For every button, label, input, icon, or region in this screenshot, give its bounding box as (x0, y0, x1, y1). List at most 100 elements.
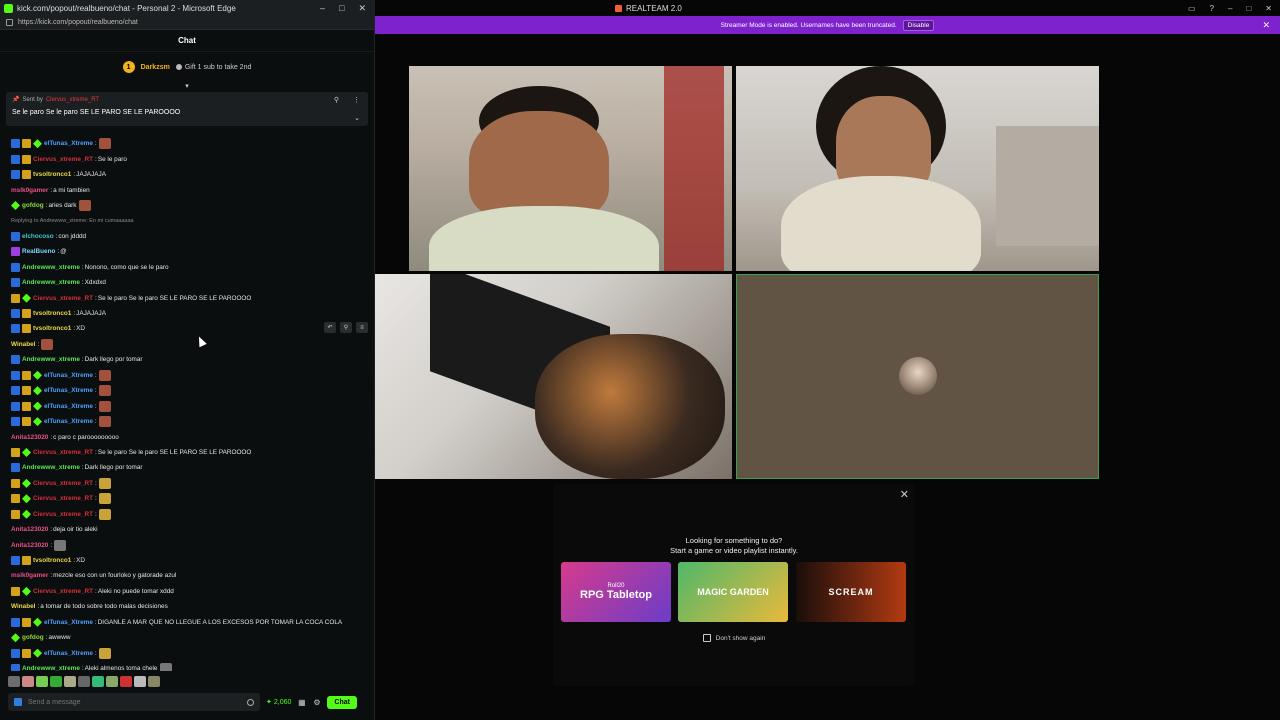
chat-message[interactable]: Ciervus_xtreme_RT: Se le paro Se le paro … (11, 290, 375, 305)
chat-username[interactable]: Anita123020 (11, 434, 48, 441)
quick-emote-icon[interactable] (8, 676, 20, 687)
send-chat-button[interactable]: Chat (327, 695, 357, 709)
chat-message[interactable]: Anita123020: (11, 537, 375, 552)
chat-message[interactable]: elTunas_Xtreme: (11, 136, 375, 151)
app-maximize-button[interactable]: □ (1246, 4, 1251, 13)
chat-message[interactable]: Ciervus_xtreme_RT: Se le paro (11, 151, 375, 166)
quick-emote-icon[interactable] (78, 676, 90, 687)
dont-show-again[interactable]: Don't show again (553, 634, 915, 642)
chat-username[interactable]: Andrewww_xtreme (22, 264, 80, 271)
chat-message[interactable]: elchocoso: con jdddd (11, 229, 375, 244)
app-minimize-button[interactable]: – (1228, 4, 1232, 13)
chat-message[interactable]: mslk0gamer: a mi tambien (11, 182, 375, 197)
quick-emote-icon[interactable] (106, 676, 118, 687)
chat-input[interactable] (28, 698, 241, 706)
chat-message[interactable]: tvsoltronco1: XD (11, 321, 375, 336)
quick-emote-icon[interactable] (22, 676, 34, 687)
emoji-picker-icon[interactable] (247, 698, 254, 706)
more-icon[interactable]: ≡ (356, 322, 368, 333)
minimize-button[interactable]: – (320, 3, 325, 14)
collapse-chevron-icon[interactable]: ⌄ (354, 114, 360, 122)
chat-username[interactable]: Andrewww_xtreme (22, 279, 80, 286)
gift-sub-link[interactable]: Gift 1 sub to take 2nd (175, 64, 251, 71)
chat-message[interactable]: Replying to Andrewww_xtreme: En mi cumaa… (11, 213, 375, 228)
chat-message[interactable]: elTunas_Xtreme: (11, 645, 375, 660)
disable-streamer-mode-button[interactable]: Disable (902, 19, 935, 31)
pinned-sender[interactable]: Ciervus_xtreme_RT (46, 97, 99, 103)
kick-emote-icon[interactable] (14, 698, 22, 706)
quick-emote-icon[interactable] (36, 676, 48, 687)
chat-username[interactable]: elTunas_Xtreme (44, 387, 93, 394)
video-tile-3[interactable] (375, 274, 732, 479)
chat-message[interactable]: Andrewww_xtreme: Nonono, como que se le p… (11, 260, 375, 275)
chat-username[interactable]: tvsoltronco1 (33, 171, 71, 178)
chat-username[interactable]: elTunas_Xtreme (44, 403, 93, 410)
more-options-icon[interactable]: ⋮ (353, 96, 360, 104)
chat-message[interactable]: tvsoltronco1: JAJAJAJA (11, 306, 375, 321)
chat-username[interactable]: tvsoltronco1 (33, 557, 71, 564)
unpin-icon[interactable]: ⚲ (334, 96, 339, 104)
quick-emote-icon[interactable] (148, 676, 160, 687)
chat-username[interactable]: gofdog (22, 202, 44, 209)
gifter-name[interactable]: Darkzsm (141, 64, 170, 71)
chat-username[interactable]: Ciervus_xtreme_RT (33, 495, 93, 502)
pin-message-icon[interactable]: ⚲ (340, 322, 352, 333)
chat-username[interactable]: Winabel (11, 603, 35, 610)
chat-message[interactable]: Ciervus_xtreme_RT: (11, 491, 375, 506)
chat-username[interactable]: Ciervus_xtreme_RT (33, 449, 93, 456)
quick-emote-icon[interactable] (120, 676, 132, 687)
chat-username[interactable]: gofdog (22, 634, 44, 641)
chat-username[interactable]: Ciervus_xtreme_RT (33, 480, 93, 487)
chat-message[interactable]: tvsoltronco1: JAJAJAJA (11, 167, 375, 182)
chat-message[interactable]: Ciervus_xtreme_RT: Aleki no puede tomar x… (11, 584, 375, 599)
quick-emote-icon[interactable] (92, 676, 104, 687)
address-bar[interactable]: https://kick.com/popout/realbueno/chat (0, 16, 374, 30)
url-text[interactable]: https://kick.com/popout/realbueno/chat (18, 19, 374, 26)
chat-message[interactable]: elTunas_Xtreme: (11, 383, 375, 398)
chat-username[interactable]: Anita123020 (11, 542, 48, 549)
chat-message[interactable]: Anita123020: deja oir tio aleki (11, 522, 375, 537)
close-button[interactable]: ✕ (358, 3, 366, 14)
quick-emote-icon[interactable] (50, 676, 62, 687)
chat-username[interactable]: Winabel (11, 341, 35, 348)
chat-message[interactable]: gofdog: awwww (11, 630, 375, 645)
chat-username[interactable]: tvsoltronco1 (33, 325, 71, 332)
reply-icon[interactable]: ↶ (324, 322, 336, 333)
card-magic-garden[interactable]: MAGIC GARDEN (678, 562, 788, 622)
chat-input-box[interactable] (8, 693, 260, 711)
chat-username[interactable]: elTunas_Xtreme (44, 619, 93, 626)
chat-message[interactable]: Ciervus_xtreme_RT: (11, 476, 375, 491)
chat-message[interactable]: RealBueno: @ (11, 244, 375, 259)
chat-message[interactable]: Ciervus_xtreme_RT: (11, 507, 375, 522)
chat-message[interactable]: gofdog: aries dark (11, 198, 375, 213)
chat-username[interactable]: elchocoso (22, 233, 54, 240)
chat-username[interactable]: Ciervus_xtreme_RT (33, 511, 93, 518)
screen-icon[interactable]: ▭ (1188, 4, 1196, 13)
chat-message[interactable]: Andrewww_xtreme: Aleki almenos toma chele (11, 661, 375, 671)
chat-message[interactable]: mslk0gamer: mezcle eso con un fourloko y … (11, 568, 375, 583)
chat-username[interactable]: Ciervus_xtreme_RT (33, 156, 93, 163)
help-icon[interactable]: ? (1210, 4, 1214, 13)
chat-username[interactable]: elTunas_Xtreme (44, 140, 93, 147)
card-scream[interactable]: SCREAM (796, 562, 906, 622)
chat-message[interactable]: Andrewww_xtreme: Dark llego por tomar (11, 460, 375, 475)
chat-username[interactable]: tvsoltronco1 (33, 310, 71, 317)
chat-message[interactable]: tvsoltronco1: XD (11, 553, 375, 568)
chat-username[interactable]: mslk0gamer (11, 572, 48, 579)
video-tile-1[interactable] (409, 66, 732, 271)
chat-username[interactable]: Anita123020 (11, 526, 48, 533)
video-tile-2[interactable] (736, 66, 1099, 271)
chat-message[interactable]: elTunas_Xtreme: (11, 398, 375, 413)
maximize-button[interactable]: □ (339, 3, 344, 14)
chat-username[interactable]: mslk0gamer (11, 187, 48, 194)
chat-username[interactable]: Ciervus_xtreme_RT (33, 295, 93, 302)
chat-username[interactable]: Andrewww_xtreme (22, 665, 80, 671)
chat-message[interactable]: elTunas_Xtreme: (11, 368, 375, 383)
chat-message[interactable]: Andrewww_xtreme: Xdxdxd (11, 275, 375, 290)
chat-message[interactable]: elTunas_Xtreme: DIGANLE A MAR QUE NO LLEG… (11, 615, 375, 630)
chat-username[interactable]: elTunas_Xtreme (44, 650, 93, 657)
chat-username[interactable]: Andrewww_xtreme (22, 464, 80, 471)
chat-username[interactable]: Ciervus_xtreme_RT (33, 588, 93, 595)
chat-username[interactable]: RealBueno (22, 248, 55, 255)
chat-message[interactable]: Andrewww_xtreme: Dark llego por tomar (11, 352, 375, 367)
